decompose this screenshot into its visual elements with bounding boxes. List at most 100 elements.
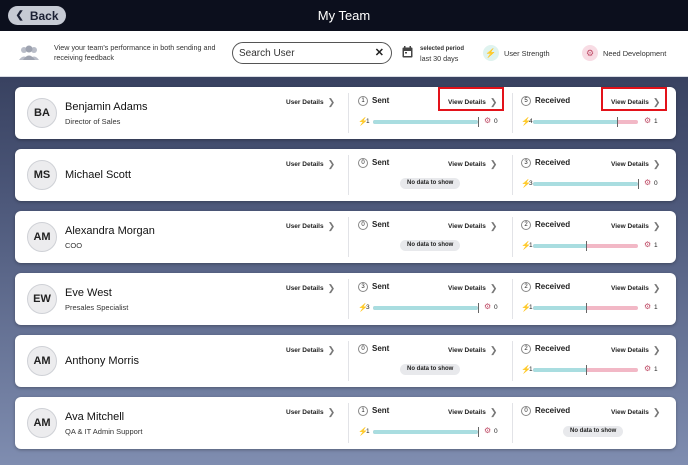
chevron-right-icon: ❯ [652, 283, 661, 293]
no-data-badge: No data to show [400, 240, 461, 251]
avatar: EW [27, 284, 57, 314]
avatar: BA [27, 98, 57, 128]
divider [348, 155, 349, 195]
view-details-label: View Details [448, 161, 486, 168]
sent-label: Sent [372, 406, 390, 415]
chevron-right-icon: ❯ [327, 407, 336, 417]
view-details-button[interactable]: View Details ❯ [611, 345, 660, 356]
gear-icon: ⚙ [644, 364, 652, 373]
user-details-button[interactable]: User Details ❯ [286, 97, 335, 108]
divider [348, 403, 349, 443]
development-count: 0 [654, 180, 658, 187]
avatar: AM [27, 346, 57, 376]
legend-label: User Strength [504, 48, 550, 58]
sent-count: 0 [358, 158, 368, 168]
sent-label: Sent [372, 96, 390, 105]
view-details-button[interactable]: View Details ❯ [448, 159, 497, 170]
period-selector[interactable]: selected period last 30 days [420, 44, 464, 64]
avatar: MS [27, 160, 57, 190]
team-member-card: AM Anthony Morris User Details ❯ 0 Sent View D… [15, 335, 676, 387]
development-count: 0 [494, 428, 498, 435]
received-label: Received [535, 344, 571, 353]
chevron-right-icon: ❯ [327, 97, 336, 107]
divider [512, 403, 513, 443]
gear-icon: ⚙ [582, 45, 598, 61]
gear-icon: ⚙ [484, 426, 492, 435]
sent-label: Sent [372, 220, 390, 229]
chevron-right-icon: ❯ [652, 407, 661, 417]
view-details-button[interactable]: View Details ❯ [448, 283, 497, 294]
divider [348, 217, 349, 257]
view-details-button[interactable]: View Details ❯ [611, 159, 660, 170]
strength-fill [373, 306, 478, 310]
bar-marker [478, 427, 479, 437]
sent-label: Sent [372, 282, 390, 291]
strength-fill [373, 430, 478, 434]
calendar-icon[interactable] [402, 46, 413, 58]
user-details-button[interactable]: User Details ❯ [286, 221, 335, 232]
view-details-button[interactable]: View Details ❯ [611, 283, 660, 294]
view-details-button[interactable]: View Details ❯ [448, 407, 497, 418]
view-details-label: View Details [611, 161, 649, 168]
strength-count: 1 [366, 118, 370, 125]
search-box[interactable]: ✕ [232, 42, 392, 64]
received-count: 2 [521, 344, 531, 354]
toolbar-description: View your team's performance in both sen… [54, 43, 216, 62]
sent-label: Sent [372, 344, 390, 353]
page-title: My Team [317, 8, 371, 23]
bar-marker [586, 241, 587, 251]
sent-count: 1 [358, 96, 368, 106]
top-bar: My Team ❮ Back [0, 0, 688, 31]
strength-fill [533, 306, 586, 310]
chevron-right-icon: ❯ [327, 345, 336, 355]
clear-search-icon[interactable]: ✕ [375, 46, 384, 59]
member-role: Presales Specialist [65, 303, 129, 312]
search-input[interactable] [239, 46, 369, 61]
chevron-right-icon: ❯ [327, 283, 336, 293]
development-count: 0 [494, 304, 498, 311]
view-details-label: View Details [611, 223, 649, 230]
member-name: Eve West [65, 287, 112, 299]
view-details-button[interactable]: View Details ❯ [448, 221, 497, 232]
sent-feedback-bar [373, 120, 478, 124]
bar-marker [586, 303, 587, 313]
member-role: COO [65, 241, 83, 250]
bar-marker [586, 365, 587, 375]
sent-count: 0 [358, 220, 368, 230]
divider [512, 341, 513, 381]
member-name: Michael Scott [65, 169, 132, 181]
sent-feedback-bar [373, 430, 478, 434]
strength-fill [533, 244, 586, 248]
sent-label: Sent [372, 158, 390, 167]
received-count: 2 [521, 282, 531, 292]
view-details-label: View Details [448, 347, 486, 354]
user-details-button[interactable]: User Details ❯ [286, 407, 335, 418]
member-name: Benjamin Adams [65, 101, 148, 113]
development-count: 0 [494, 118, 498, 125]
chevron-right-icon: ❯ [652, 159, 661, 169]
view-details-button[interactable]: View Details ❯ [611, 407, 660, 418]
user-details-label: User Details [286, 347, 324, 354]
chevron-right-icon: ❯ [652, 345, 661, 355]
back-button[interactable]: ❮ Back [8, 6, 66, 25]
received-feedback-bar [533, 120, 638, 124]
strength-fill [533, 368, 586, 372]
view-details-label: View Details [448, 223, 486, 230]
user-details-button[interactable]: User Details ❯ [286, 159, 335, 170]
legend-need-development: ⚙ Need Development [582, 45, 666, 61]
view-details-button[interactable]: View Details ❯ [448, 345, 497, 356]
user-details-button[interactable]: User Details ❯ [286, 345, 335, 356]
received-label: Received [535, 282, 571, 291]
view-details-label: View Details [448, 409, 486, 416]
view-details-label: View Details [448, 285, 486, 292]
chevron-left-icon: ❮ [15, 10, 24, 21]
view-details-label: View Details [611, 347, 649, 354]
received-label: Received [535, 220, 571, 229]
strength-count: 1 [366, 428, 370, 435]
development-count: 1 [654, 366, 658, 373]
legend-label: Need Development [603, 48, 667, 58]
user-details-button[interactable]: User Details ❯ [286, 283, 335, 294]
bar-marker [478, 303, 479, 313]
view-details-button[interactable]: View Details ❯ [611, 221, 660, 232]
period-value: last 30 days [420, 54, 459, 63]
